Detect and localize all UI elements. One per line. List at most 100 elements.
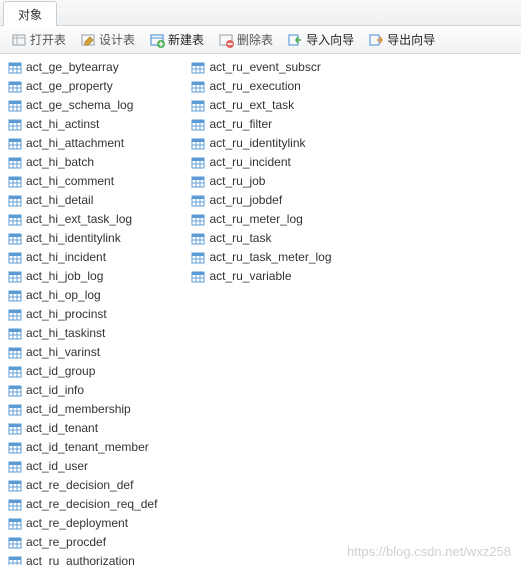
table-item[interactable]: act_re_decision_def [6, 476, 159, 495]
table-icon [8, 61, 22, 75]
table-item-label: act_hi_attachment [26, 135, 124, 152]
table-item[interactable]: act_ru_incident [189, 153, 333, 172]
table-item-label: act_id_membership [26, 401, 131, 418]
table-column-1: act_ge_bytearrayact_ge_propertyact_ge_sc… [6, 58, 159, 561]
export-label: 导出向导 [387, 31, 435, 48]
table-item[interactable]: act_ru_task_meter_log [189, 248, 333, 267]
table-icon [8, 422, 22, 436]
table-item[interactable]: act_ru_filter [189, 115, 333, 134]
new-table-button[interactable]: 新建表 [144, 29, 209, 50]
table-item[interactable]: act_ge_property [6, 77, 159, 96]
tab-label: 对象 [18, 8, 42, 22]
table-item[interactable]: act_ge_schema_log [6, 96, 159, 115]
table-item-label: act_hi_ext_task_log [26, 211, 132, 228]
table-icon [191, 118, 205, 132]
table-item[interactable]: act_hi_job_log [6, 267, 159, 286]
table-item-label: act_re_decision_def [26, 477, 133, 494]
import-wizard-button[interactable]: 导入向导 [282, 29, 359, 50]
table-item-label: act_ru_ext_task [209, 97, 294, 114]
import-label: 导入向导 [306, 31, 354, 48]
table-item[interactable]: act_ru_variable [189, 267, 333, 286]
table-icon [8, 365, 22, 379]
table-item-label: act_hi_op_log [26, 287, 101, 304]
table-item[interactable]: act_ru_jobdef [189, 191, 333, 210]
table-icon [8, 536, 22, 550]
design-table-button[interactable]: 设计表 [75, 29, 140, 50]
table-icon [8, 346, 22, 360]
table-item[interactable]: act_id_info [6, 381, 159, 400]
table-item-label: act_hi_detail [26, 192, 93, 209]
open-table-button[interactable]: 打开表 [6, 29, 71, 50]
table-item[interactable]: act_hi_identitylink [6, 229, 159, 248]
export-icon [368, 32, 384, 48]
table-item-label: act_hi_incident [26, 249, 106, 266]
table-item[interactable]: act_hi_detail [6, 191, 159, 210]
table-item[interactable]: act_id_user [6, 457, 159, 476]
table-icon [8, 175, 22, 189]
delete-table-button[interactable]: 删除表 [213, 29, 278, 50]
table-item[interactable]: act_ru_execution [189, 77, 333, 96]
table-item-label: act_ru_incident [209, 154, 290, 171]
table-item-label: act_ge_schema_log [26, 97, 133, 114]
table-item[interactable]: act_hi_taskinst [6, 324, 159, 343]
table-column-2: act_ru_event_subscract_ru_executionact_r… [189, 58, 333, 561]
table-icon [191, 137, 205, 151]
table-item[interactable]: act_hi_ext_task_log [6, 210, 159, 229]
table-item[interactable]: act_ru_job [189, 172, 333, 191]
table-item[interactable]: act_hi_incident [6, 248, 159, 267]
table-item[interactable]: act_ge_bytearray [6, 58, 159, 77]
table-icon [8, 441, 22, 455]
table-item[interactable]: act_re_deployment [6, 514, 159, 533]
table-item-label: act_ru_event_subscr [209, 59, 320, 76]
table-item-label: act_id_user [26, 458, 88, 475]
table-item[interactable]: act_hi_batch [6, 153, 159, 172]
table-item[interactable]: act_re_procdef [6, 533, 159, 552]
table-item-label: act_ru_task_meter_log [209, 249, 331, 266]
table-item[interactable]: act_ru_ext_task [189, 96, 333, 115]
table-item[interactable]: act_ru_authorization [6, 552, 159, 565]
table-icon [8, 498, 22, 512]
table-item[interactable]: act_id_membership [6, 400, 159, 419]
table-icon [8, 327, 22, 341]
design-table-icon [80, 32, 96, 48]
delete-table-icon [218, 32, 234, 48]
table-item-label: act_ru_authorization [26, 553, 135, 565]
table-item-label: act_hi_varinst [26, 344, 100, 361]
table-icon [8, 289, 22, 303]
table-item[interactable]: act_hi_comment [6, 172, 159, 191]
table-icon [8, 555, 22, 565]
design-table-label: 设计表 [99, 31, 135, 48]
table-item[interactable]: act_hi_procinst [6, 305, 159, 324]
table-item[interactable]: act_hi_actinst [6, 115, 159, 134]
export-wizard-button[interactable]: 导出向导 [363, 29, 440, 50]
table-icon [8, 517, 22, 531]
table-icon [191, 251, 205, 265]
table-item[interactable]: act_ru_identitylink [189, 134, 333, 153]
table-item[interactable]: act_hi_op_log [6, 286, 159, 305]
table-icon [191, 270, 205, 284]
table-item-label: act_ru_jobdef [209, 192, 282, 209]
table-item[interactable]: act_re_decision_req_def [6, 495, 159, 514]
table-item[interactable]: act_hi_varinst [6, 343, 159, 362]
table-icon [8, 213, 22, 227]
tab-bar: 对象 [0, 0, 521, 26]
table-item[interactable]: act_ru_meter_log [189, 210, 333, 229]
table-item[interactable]: act_ru_task [189, 229, 333, 248]
table-item-label: act_id_tenant [26, 420, 98, 437]
table-item[interactable]: act_hi_attachment [6, 134, 159, 153]
table-item[interactable]: act_id_tenant_member [6, 438, 159, 457]
table-item-label: act_id_group [26, 363, 95, 380]
table-icon [8, 479, 22, 493]
table-icon [191, 232, 205, 246]
table-item[interactable]: act_id_tenant [6, 419, 159, 438]
table-item[interactable]: act_ru_event_subscr [189, 58, 333, 77]
table-icon [191, 213, 205, 227]
tab-objects[interactable]: 对象 [3, 1, 57, 26]
table-icon [191, 156, 205, 170]
table-item-label: act_hi_taskinst [26, 325, 105, 342]
import-icon [287, 32, 303, 48]
table-item-label: act_hi_identitylink [26, 230, 121, 247]
table-icon [8, 270, 22, 284]
table-item[interactable]: act_id_group [6, 362, 159, 381]
open-table-label: 打开表 [30, 31, 66, 48]
